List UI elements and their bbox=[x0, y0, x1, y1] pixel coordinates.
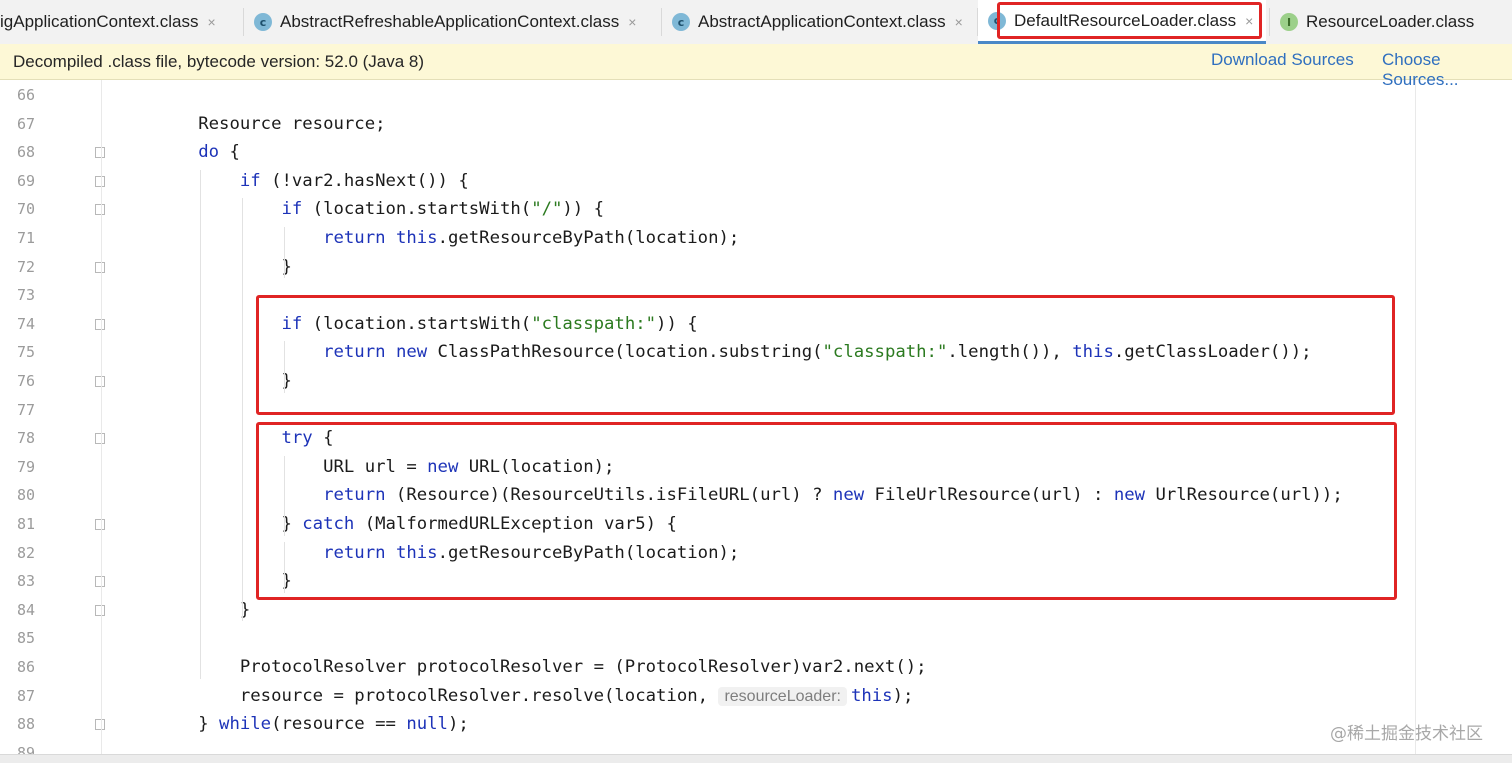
close-tab-icon[interactable]: × bbox=[207, 14, 215, 30]
decompiled-file-banner: Decompiled .class file, bytecode version… bbox=[0, 44, 1512, 89]
tab-label: igApplicationContext.class bbox=[0, 12, 199, 31]
class-icon: c bbox=[254, 13, 272, 31]
code-token: } bbox=[115, 599, 251, 620]
watermark-text: @稀土掘金技术社区 bbox=[1330, 724, 1483, 744]
close-tab-icon[interactable]: × bbox=[628, 14, 636, 30]
code-line: ProtocolResolver protocolResolver = (Pro… bbox=[115, 653, 927, 682]
code-keyword: return bbox=[323, 228, 386, 248]
code-line: return this.getResourceByPath(location); bbox=[115, 224, 739, 253]
tab-label: AbstractApplicationContext.class bbox=[698, 12, 946, 31]
code-line: if (location.startsWith("/")) { bbox=[115, 195, 604, 224]
editor-tab[interactable]: I ResourceLoader.class bbox=[1270, 0, 1512, 44]
indent-guide bbox=[200, 169, 202, 679]
editor-tab-bar: igApplicationContext.class × c AbstractRefr… bbox=[0, 0, 1512, 45]
classpath-block-highlight-box bbox=[256, 295, 1395, 415]
code-editor[interactable]: Resource resource; do { if (!var2.hasNex… bbox=[0, 80, 1512, 754]
code-token: ); bbox=[892, 685, 914, 706]
code-keyword: this bbox=[850, 685, 893, 706]
code-token: (resource == bbox=[271, 714, 407, 735]
indent-guide bbox=[283, 227, 285, 279]
tab-separator bbox=[1269, 8, 1270, 36]
close-tab-icon[interactable]: × bbox=[955, 14, 963, 30]
try-block-highlight-box bbox=[256, 422, 1397, 600]
tab-label: AbstractRefreshableApplicationContext.cl… bbox=[280, 12, 620, 31]
parameter-hint: resourceLoader: bbox=[718, 686, 847, 706]
indent-guide bbox=[242, 198, 244, 622]
code-token: )) { bbox=[562, 199, 605, 220]
editor-tab[interactable]: igApplicationContext.class × bbox=[0, 0, 236, 44]
class-icon: c bbox=[672, 13, 690, 31]
decompiled-info-text: Decompiled .class file, bytecode version… bbox=[13, 52, 425, 71]
code-string: "/" bbox=[531, 199, 563, 220]
code-token: { bbox=[219, 142, 240, 163]
code-token: ); bbox=[447, 714, 469, 735]
code-token: (location.startsWith( bbox=[302, 199, 532, 220]
code-keyword: this bbox=[395, 228, 438, 248]
code-line: resource = protocolResolver.resolve(loca… bbox=[115, 682, 913, 711]
download-sources-link[interactable]: Download Sources bbox=[1211, 50, 1354, 70]
tab-separator bbox=[243, 8, 244, 36]
code-token: resource = protocolResolver.resolve(loca… bbox=[115, 685, 719, 706]
tab-separator bbox=[661, 8, 662, 36]
code-line: do { bbox=[115, 138, 240, 167]
code-keyword: if bbox=[281, 199, 303, 220]
code-keyword: while bbox=[219, 714, 272, 735]
editor-tab[interactable]: c AbstractRefreshableApplicationContext.c… bbox=[244, 0, 654, 44]
code-keyword: if bbox=[239, 170, 261, 191]
code-token: .getResourceByPath(location); bbox=[437, 228, 740, 248]
code-keyword: null bbox=[406, 714, 448, 735]
tab-separator bbox=[977, 8, 978, 36]
code-token: (!var2.hasNext()) { bbox=[260, 170, 469, 191]
code-line: } bbox=[115, 596, 250, 625]
active-tab-highlight-box bbox=[997, 2, 1262, 39]
code-line: Resource resource; bbox=[115, 110, 386, 139]
code-line: } bbox=[115, 253, 292, 282]
editor-tab[interactable]: c AbstractApplicationContext.class × bbox=[662, 0, 970, 44]
tab-label: ResourceLoader.class bbox=[1306, 12, 1475, 31]
code-keyword: do bbox=[198, 142, 220, 163]
code-token: } bbox=[115, 714, 220, 735]
code-token: } bbox=[115, 256, 292, 277]
interface-icon: I bbox=[1280, 13, 1298, 31]
code-token: ProtocolResolver protocolResolver = (Pro… bbox=[115, 657, 927, 677]
code-token: Resource resource; bbox=[115, 113, 386, 134]
code-line: } while(resource == null); bbox=[115, 710, 469, 739]
code-line: if (!var2.hasNext()) { bbox=[115, 167, 469, 196]
